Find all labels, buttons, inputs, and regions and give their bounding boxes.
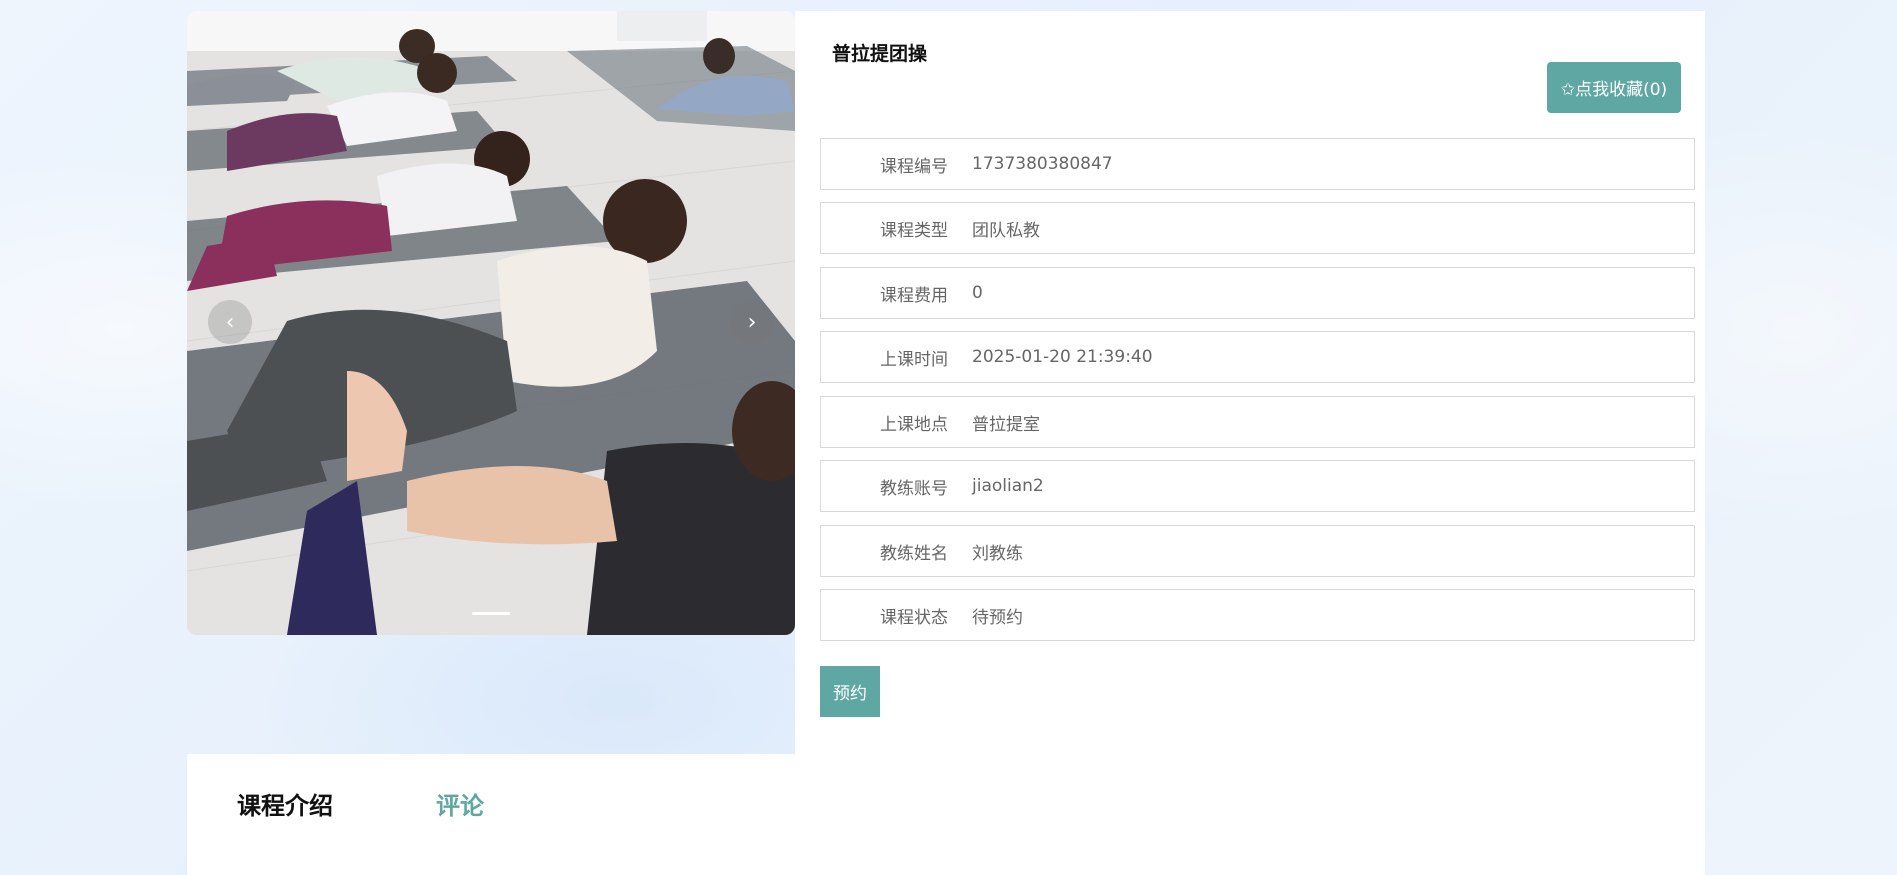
chevron-right-icon: › xyxy=(747,309,757,335)
carousel-indicator[interactable] xyxy=(472,612,510,615)
field-label: 课程类型 xyxy=(880,220,948,241)
field-value: 0 xyxy=(972,283,983,303)
book-button[interactable]: 预约 xyxy=(820,666,880,717)
field-label: 上课时间 xyxy=(880,349,948,370)
field-label: 教练姓名 xyxy=(880,543,948,564)
field-value: 团队私教 xyxy=(972,220,1040,241)
course-info-panel: 普拉提团操 ✩点我收藏(0) 课程编号 1737380380847 课程类型 团… xyxy=(795,11,1705,754)
field-value: 刘教练 xyxy=(972,543,1023,564)
field-label: 课程编号 xyxy=(880,156,948,177)
field-coach-account: 教练账号 jiaolian2 xyxy=(820,460,1695,512)
course-title: 普拉提团操 xyxy=(832,43,928,65)
field-course-type: 课程类型 团队私教 xyxy=(820,202,1695,254)
tab-course-intro[interactable]: 课程介绍 xyxy=(237,786,333,821)
field-value: 1737380380847 xyxy=(972,154,1113,174)
course-photo xyxy=(187,11,795,635)
field-course-fee: 课程费用 0 xyxy=(820,267,1695,319)
favorite-button[interactable]: ✩点我收藏(0) xyxy=(1547,62,1681,113)
field-value: 普拉提室 xyxy=(972,414,1040,435)
chevron-left-icon: ‹ xyxy=(225,309,235,335)
carousel-next-button[interactable]: › xyxy=(730,300,774,344)
course-image-carousel[interactable]: ‹ › xyxy=(187,11,795,635)
tab-comments[interactable]: 评论 xyxy=(436,786,484,821)
detail-tabs: 课程介绍 评论 xyxy=(187,754,1705,875)
field-label: 课程状态 xyxy=(880,607,948,628)
field-label: 上课地点 xyxy=(880,414,948,435)
field-coach-name: 教练姓名 刘教练 xyxy=(820,525,1695,577)
field-class-time: 上课时间 2025-01-20 21:39:40 xyxy=(820,331,1695,383)
field-course-status: 课程状态 待预约 xyxy=(820,589,1695,641)
field-course-number: 课程编号 1737380380847 xyxy=(820,138,1695,190)
field-label: 课程费用 xyxy=(880,285,948,306)
favorite-button-label: ✩点我收藏(0) xyxy=(1560,80,1668,100)
field-value: 2025-01-20 21:39:40 xyxy=(972,347,1153,367)
field-class-location: 上课地点 普拉提室 xyxy=(820,396,1695,448)
field-value: jiaolian2 xyxy=(972,476,1044,496)
field-label: 教练账号 xyxy=(880,478,948,499)
field-value: 待预约 xyxy=(972,607,1023,628)
carousel-prev-button[interactable]: ‹ xyxy=(208,300,252,344)
